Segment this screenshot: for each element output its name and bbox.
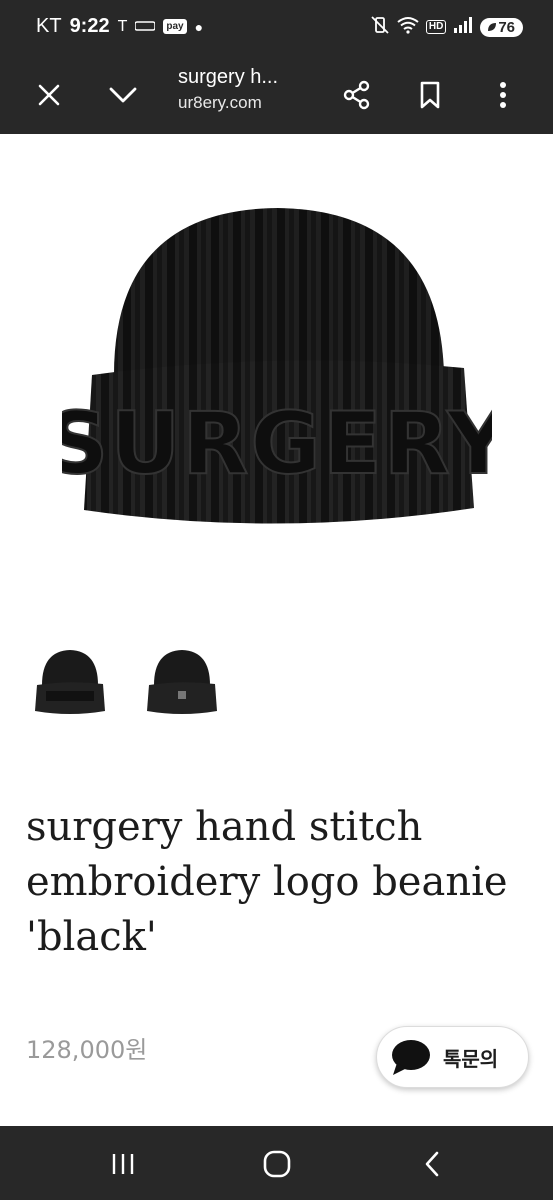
more-vert-icon: [500, 82, 506, 108]
page-title-area[interactable]: surgery h... ur8ery.com: [178, 66, 318, 113]
back-button[interactable]: [410, 1142, 454, 1186]
thumbnail-strip: [28, 640, 224, 724]
system-nav-bar: [0, 1126, 553, 1200]
recent-apps-icon: [112, 1154, 134, 1174]
beanie-image: SURGERY: [45, 208, 511, 524]
talk-inquiry-button[interactable]: 톡문의: [376, 1026, 529, 1088]
thumbnail-back[interactable]: [140, 640, 224, 724]
bookmark-button[interactable]: [405, 70, 455, 120]
product-price: 128,000원: [26, 1036, 148, 1064]
thumbnail-front[interactable]: [28, 640, 112, 724]
battery-saver-icon: [488, 23, 497, 31]
close-button[interactable]: [24, 70, 74, 120]
page-url: ur8ery.com: [178, 93, 262, 112]
share-button[interactable]: [332, 70, 382, 120]
signal-icon: [453, 17, 473, 37]
close-icon: [38, 84, 60, 106]
status-left: KT 9:22 T pay ●: [36, 15, 203, 38]
chat-bubble-icon: [392, 1040, 430, 1075]
share-icon: [343, 80, 370, 110]
t-app-icon: T: [117, 17, 128, 35]
notification-dot-icon: ●: [194, 18, 204, 35]
collapse-button[interactable]: [98, 70, 148, 120]
page-title: surgery h...: [178, 66, 279, 88]
beanie-back-thumbnail: [147, 650, 217, 714]
home-icon: [263, 1150, 291, 1178]
hat-logo-text: SURGERY: [62, 394, 492, 494]
more-options-button[interactable]: [478, 70, 528, 120]
back-icon: [425, 1151, 439, 1177]
battery-level: 76: [498, 18, 515, 36]
product-title: surgery hand stitch embroidery logo bean…: [26, 804, 508, 960]
beanie-front-thumbnail: [35, 650, 105, 714]
home-button[interactable]: [255, 1142, 299, 1186]
carrier-label: KT: [36, 15, 62, 37]
battery-indicator: 76: [480, 17, 523, 37]
status-bar: KT 9:22 T pay ● HD 76: [0, 0, 553, 56]
talk-inquiry-label: 톡문의: [443, 1046, 499, 1071]
status-right: HD 76: [370, 16, 523, 38]
recent-apps-button[interactable]: [101, 1142, 145, 1186]
product-main-image[interactable]: SURGERY: [45, 190, 511, 570]
mute-vibrate-icon: [370, 16, 390, 38]
chevron-down-icon: [109, 87, 137, 103]
custom-tab-toolbar: surgery h... ur8ery.com: [0, 56, 553, 134]
wifi-icon: [397, 16, 419, 38]
hd-badge: HD: [425, 20, 447, 34]
status-time: 9:22: [69, 15, 110, 37]
bookmark-icon: [420, 81, 440, 109]
naver-pay-icon: [134, 15, 157, 38]
pay-badge: pay: [163, 19, 187, 34]
